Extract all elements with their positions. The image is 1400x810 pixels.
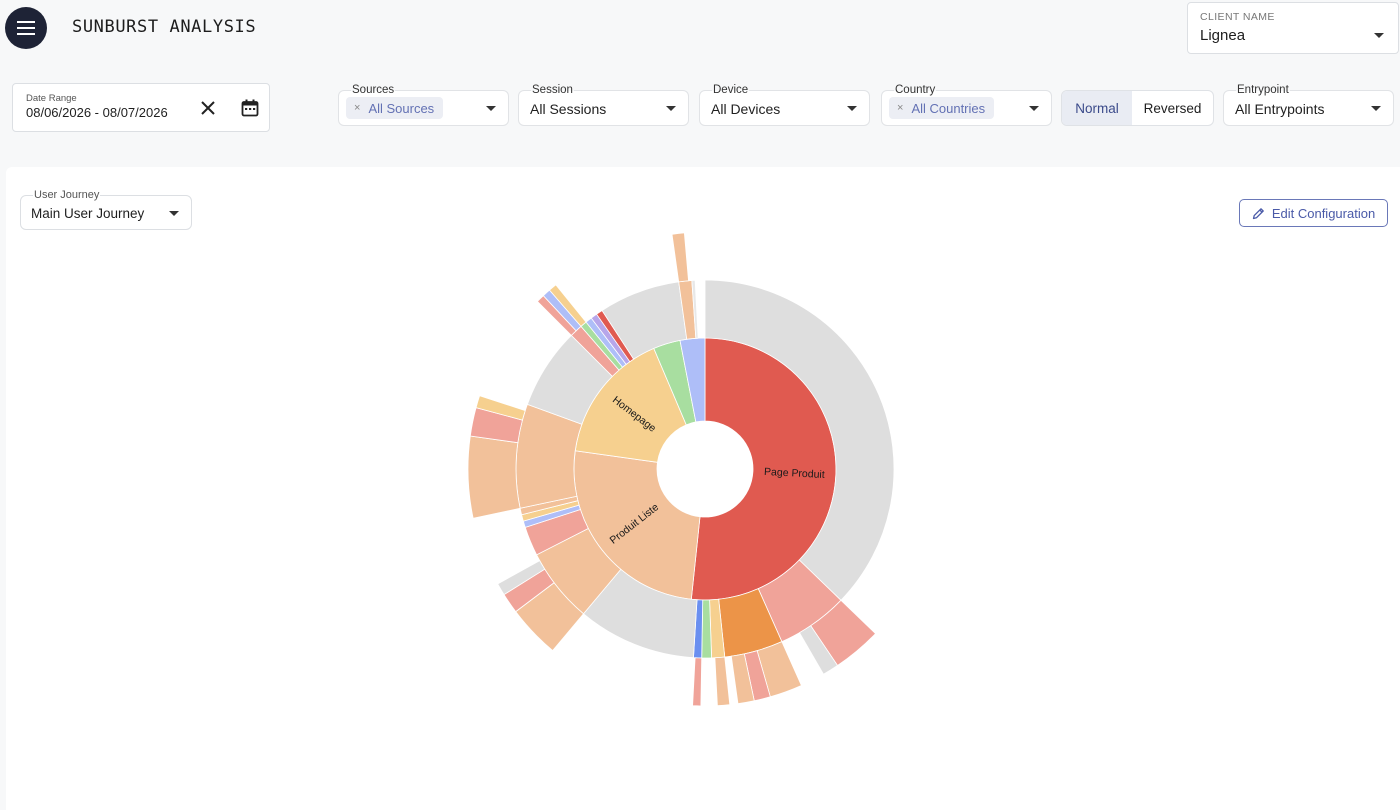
- toggle-reversed[interactable]: Reversed: [1132, 91, 1213, 125]
- session-label: Session: [531, 84, 574, 97]
- device-select[interactable]: Device All Devices: [699, 84, 870, 126]
- country-chip[interactable]: × All Countries: [889, 97, 995, 119]
- chevron-down-icon: [666, 106, 676, 111]
- chevron-down-icon: [1029, 106, 1039, 111]
- chevron-down-icon: [1374, 33, 1384, 38]
- date-range-field[interactable]: Date Range 08/06/2026 - 08/07/2026: [12, 83, 270, 132]
- chevron-down-icon: [1371, 106, 1381, 111]
- sources-label: Sources: [351, 84, 396, 97]
- direction-toggle[interactable]: Normal Reversed: [1061, 90, 1214, 126]
- sunburst-segment[interactable]: [467, 435, 521, 519]
- sunburst-segment[interactable]: [671, 232, 689, 283]
- sources-chip-label: All Sources: [368, 100, 435, 116]
- entrypoint-value: All Entrypoints: [1235, 101, 1325, 117]
- chip-remove-icon[interactable]: ×: [897, 102, 903, 114]
- sunburst-segment[interactable]: [714, 656, 731, 707]
- sunburst-segment[interactable]: [701, 599, 713, 659]
- sources-chip[interactable]: × All Sources: [346, 97, 444, 119]
- calendar-icon[interactable]: [241, 99, 259, 117]
- entrypoint-select[interactable]: Entrypoint All Entrypoints: [1223, 84, 1394, 126]
- sunburst-chart[interactable]: Page ProduitProduit ListeHomepage: [6, 167, 1400, 810]
- clear-icon[interactable]: [201, 101, 215, 115]
- hamburger-icon: [17, 21, 35, 35]
- sunburst-segment[interactable]: [692, 657, 703, 707]
- chip-remove-icon[interactable]: ×: [354, 102, 360, 114]
- client-name-select[interactable]: CLIENT NAME Lignea: [1187, 2, 1399, 54]
- menu-button[interactable]: [5, 7, 47, 49]
- device-label: Device: [712, 84, 750, 97]
- date-range-value: 08/06/2026 - 08/07/2026: [26, 105, 168, 120]
- client-name-label: CLIENT NAME: [1200, 11, 1275, 23]
- chevron-down-icon: [486, 106, 496, 111]
- sources-select[interactable]: Sources × All Sources: [338, 84, 509, 126]
- session-value: All Sessions: [530, 101, 607, 117]
- device-value: All Devices: [711, 101, 781, 117]
- session-select[interactable]: Session All Sessions: [518, 84, 689, 126]
- entrypoint-label: Entrypoint: [1236, 84, 1290, 97]
- page-title: SUNBURST ANALYSIS: [72, 17, 257, 37]
- toggle-normal[interactable]: Normal: [1062, 91, 1132, 125]
- chevron-down-icon: [847, 106, 857, 111]
- date-range-label: Date Range: [26, 93, 77, 104]
- country-label: Country: [894, 84, 937, 97]
- sunburst-center[interactable]: [658, 422, 752, 516]
- country-select[interactable]: Country × All Countries: [881, 84, 1052, 126]
- country-chip-label: All Countries: [911, 100, 986, 116]
- chart-panel: User Journey Main User Journey Edit Conf…: [6, 167, 1400, 810]
- client-name-value: Lignea: [1200, 27, 1246, 44]
